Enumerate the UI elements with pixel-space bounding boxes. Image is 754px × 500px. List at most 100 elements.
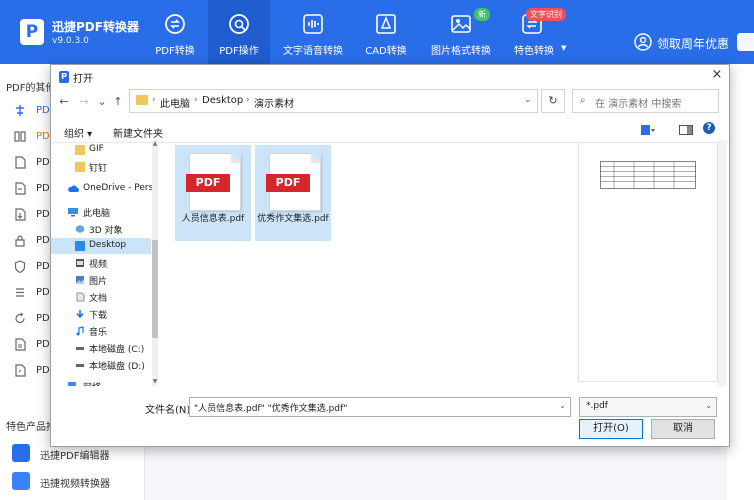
search-icon: ⌕ <box>580 95 586 106</box>
app-logo-icon: P <box>20 19 44 45</box>
tree-item-dingtalk[interactable]: 钉钉 <box>51 159 151 175</box>
sidebar-item-label: PD <box>36 235 50 246</box>
product-label: 迅捷视频转换器 <box>40 479 110 490</box>
desktop-icon <box>75 241 85 251</box>
nav-tab-pdf-operate[interactable]: PDF操作 <box>208 0 270 64</box>
nav-tab-voice-convert[interactable]: 文字语音转换 <box>278 0 348 64</box>
search-input[interactable]: ⌕ 在 演示素材 中搜索 <box>572 89 719 113</box>
tree-item-label: OneDrive - Pers <box>83 183 153 193</box>
view-options-icon[interactable] <box>641 125 655 135</box>
nav-tab-cad-convert[interactable]: CAD转换 <box>356 0 416 64</box>
tree-item-documents[interactable]: 文档 <box>51 289 151 305</box>
tree-item-3d-objects[interactable]: 3D 对象 <box>51 221 151 237</box>
cancel-button[interactable]: 取消 <box>651 419 715 439</box>
filetype-value: *.pdf <box>586 401 608 411</box>
drive-icon <box>76 364 84 367</box>
tree-item-desktop[interactable]: Desktop <box>51 238 151 254</box>
pdf-editor-logo-icon <box>12 444 30 462</box>
dialog-app-icon: P <box>59 71 69 83</box>
filetype-select[interactable]: *.pdf ⌄ <box>579 397 717 417</box>
new-folder-button[interactable]: 新建文件夹 <box>113 125 163 140</box>
scroll-down-icon[interactable]: ▼ <box>152 378 158 386</box>
sidebar-item-label: PD <box>36 131 50 142</box>
scroll-up-icon[interactable]: ▲ <box>152 140 158 148</box>
sidebar-item[interactable]: PD <box>0 280 54 306</box>
file-item-personnel-info[interactable]: PDF 人员信息表.pdf <box>175 145 251 241</box>
tree-item-gif[interactable]: GIF <box>51 142 151 158</box>
sidebar-item[interactable]: PD <box>0 306 54 332</box>
nav-label: PDF操作 <box>219 46 259 57</box>
refresh-icon[interactable]: ↻ <box>541 89 565 113</box>
recent-locations-icon[interactable]: ⌄ <box>95 95 109 109</box>
chevron-down-icon[interactable]: ⌄ <box>559 401 566 410</box>
sidebar-item[interactable]: PD <box>0 124 54 150</box>
picture-icon <box>76 276 84 284</box>
preview-scrollbar[interactable] <box>718 140 726 386</box>
pdf-file-icon: PDF <box>186 153 241 211</box>
sidebar-item[interactable]: PD <box>0 332 54 358</box>
tree-item-network[interactable]: 网络 <box>51 378 151 386</box>
app-header: P 迅捷PDF转换器 v9.0.3.0 PDF转换 PDF操作 文字语音转换 C… <box>0 0 754 64</box>
scrollbar-thumb[interactable] <box>152 240 158 338</box>
tree-item-onedrive[interactable]: OneDrive - Pers <box>51 181 153 197</box>
nav-tab-special-convert[interactable]: 特色转换 ▼ 文字识别 <box>506 0 574 64</box>
tree-item-pictures[interactable]: 图片 <box>51 272 151 288</box>
sidebar-item[interactable]: PD <box>0 150 54 176</box>
file-icon <box>15 208 26 221</box>
preview-pane-icon[interactable] <box>679 125 693 135</box>
up-arrow-icon[interactable]: ↑ <box>111 95 125 109</box>
breadcrumb-desktop[interactable]: Desktop <box>202 95 243 106</box>
tree-item-drive-d[interactable]: 本地磁盘 (D:) <box>51 357 151 373</box>
image-icon <box>451 15 471 33</box>
computer-icon <box>68 208 78 217</box>
pdf-tag: PDF <box>266 174 310 192</box>
organize-button[interactable]: 组织 ▾ <box>64 125 92 140</box>
close-icon[interactable]: × <box>709 67 725 83</box>
address-bar[interactable]: › 此电脑 › Desktop › 演示素材 ⌄ <box>129 89 538 113</box>
corner-button[interactable] <box>737 33 754 51</box>
tree-item-label: 3D 对象 <box>89 226 123 236</box>
tree-item-label: GIF <box>89 144 104 154</box>
sidebar-item[interactable]: PD <box>0 254 54 280</box>
tree-item-music[interactable]: 音乐 <box>51 323 151 339</box>
nav-label: 图片格式转换 <box>431 46 491 57</box>
sidebar-item[interactable]: PD <box>0 202 54 228</box>
breadcrumb-current-folder[interactable]: 演示素材 <box>254 95 294 110</box>
nav-tab-image-convert[interactable]: 图片格式转换 新 <box>426 0 496 64</box>
tree-item-drive-c[interactable]: 本地磁盘 (C:) <box>51 340 151 356</box>
pdf-tag: PDF <box>186 174 230 192</box>
tree-item-this-pc[interactable]: 此电脑 <box>51 204 151 220</box>
tree-item-label: 音乐 <box>89 328 108 338</box>
app-right-panel <box>727 64 754 500</box>
tree-item-label: 文档 <box>89 294 108 304</box>
chevron-down-icon[interactable]: ⌄ <box>524 95 532 105</box>
back-arrow-icon[interactable]: ← <box>57 95 71 109</box>
breadcrumb-this-pc[interactable]: 此电脑 <box>160 95 190 110</box>
tree-item-label: 本地磁盘 (D:) <box>89 362 145 372</box>
file-name: 人员信息表.pdf <box>181 214 245 224</box>
sidebar-item-label: PD <box>36 261 50 272</box>
tree-item-label: 图片 <box>89 277 108 287</box>
tree-item-downloads[interactable]: 下载 <box>51 306 151 322</box>
navigation-scrollbar[interactable]: ▲ ▼ <box>152 140 158 386</box>
file-icon <box>15 338 26 351</box>
folder-icon <box>75 162 85 172</box>
chevron-right-icon: › <box>152 95 156 105</box>
help-icon[interactable]: ? <box>703 122 715 134</box>
tree-item-videos[interactable]: 视频 <box>51 255 151 271</box>
sidebar-item[interactable]: PD <box>0 358 54 384</box>
sidebar-item-label: PD <box>36 105 50 116</box>
voice-wave-icon <box>303 14 323 34</box>
filename-input[interactable]: "人员信息表.pdf" "优秀作文集选.pdf" ⌄ <box>189 397 571 417</box>
nav-tab-pdf-convert[interactable]: PDF转换 <box>142 0 208 64</box>
file-item-essay-collection[interactable]: PDF 优秀作文集选.pdf <box>255 145 331 241</box>
sidebar-item[interactable]: PD <box>0 98 54 124</box>
navigation-pane[interactable]: GIF 钉钉 OneDrive - Pers 此电脑 3D 对象 Desktop… <box>51 140 153 386</box>
sidebar-item[interactable]: PD <box>0 176 54 202</box>
sidebar-item[interactable]: PD <box>0 228 54 254</box>
open-button[interactable]: 打开(O) <box>579 419 643 439</box>
chevron-down-icon: ⌄ <box>705 401 712 410</box>
file-list[interactable]: PDF 人员信息表.pdf PDF 优秀作文集选.pdf <box>161 140 571 386</box>
forward-arrow-icon[interactable]: → <box>77 95 91 109</box>
anniversary-promo-link[interactable]: 领取周年优惠 <box>657 35 729 52</box>
